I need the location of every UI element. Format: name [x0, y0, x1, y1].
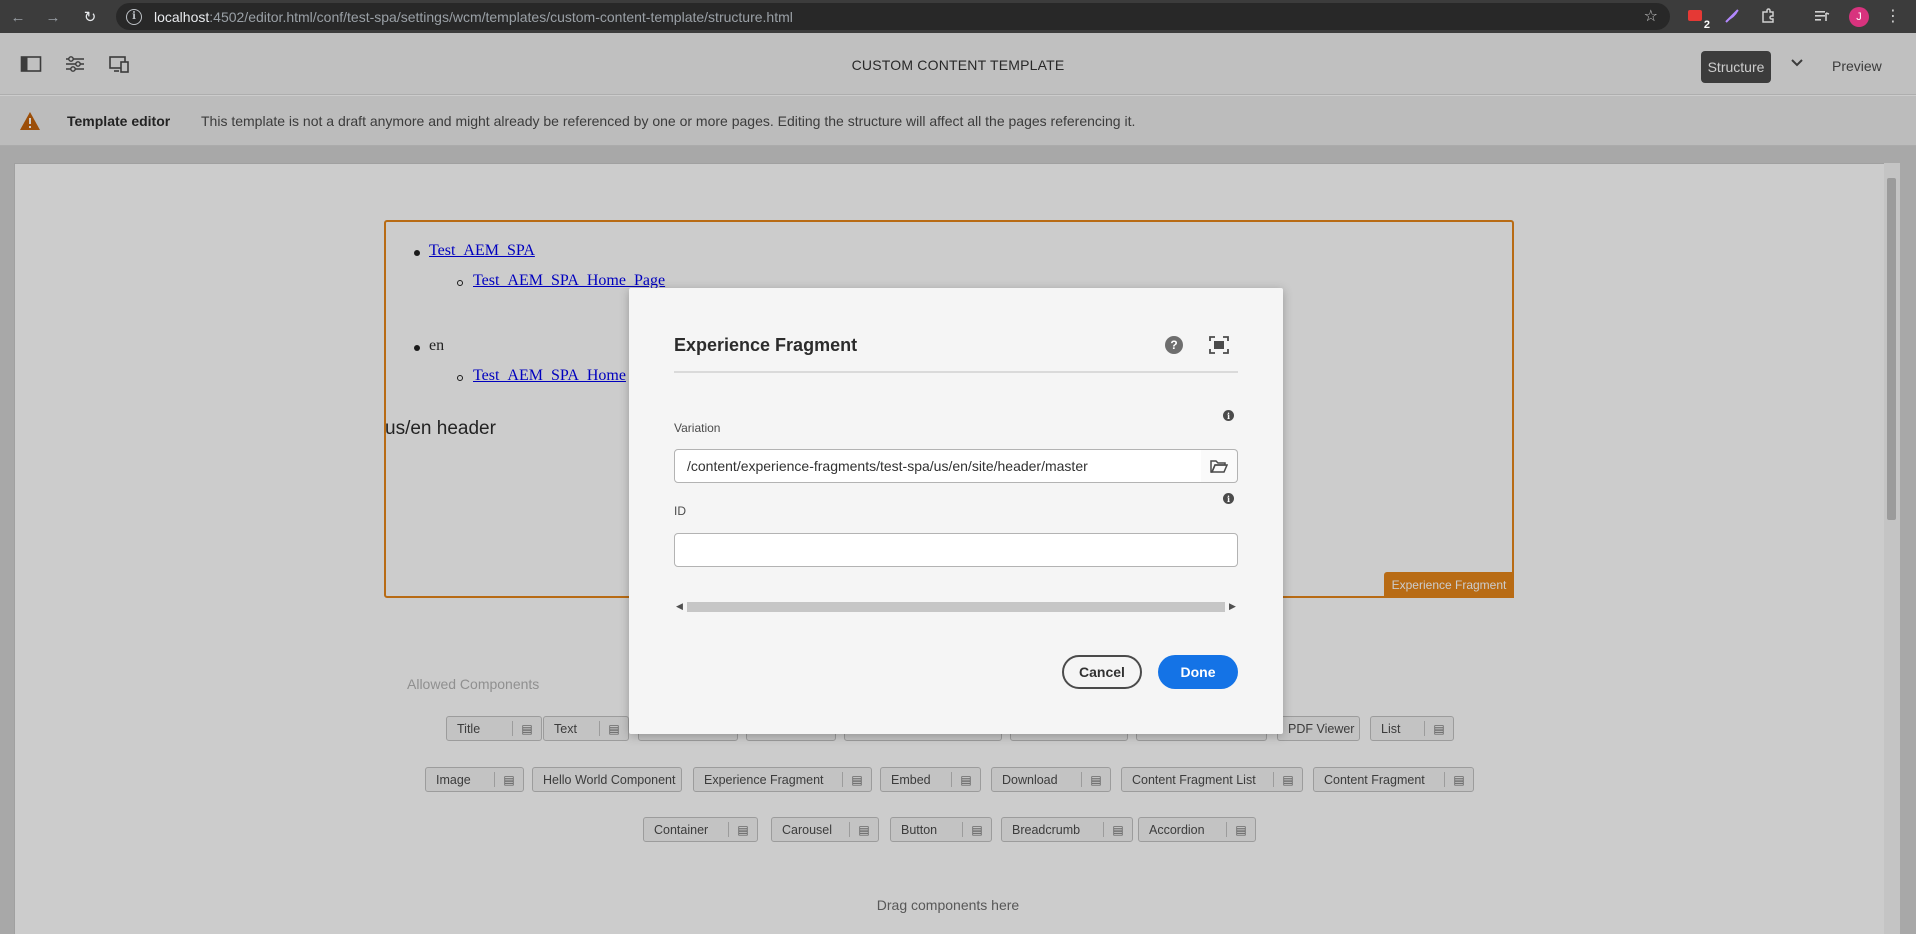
- extension-icon[interactable]: 2: [1685, 6, 1710, 31]
- browser-toolbar: ← → ↻ i localhost:4502/editor.html/conf/…: [0, 0, 1916, 33]
- url-text[interactable]: localhost:4502/editor.html/conf/test-spa…: [154, 9, 793, 25]
- forward-arrow-icon[interactable]: →: [40, 4, 66, 30]
- extensions-puzzle-icon[interactable]: [1757, 6, 1779, 26]
- info-icon[interactable]: i: [1223, 493, 1234, 504]
- bookmark-star-icon[interactable]: ☆: [1644, 6, 1658, 26]
- site-info-icon[interactable]: i: [126, 8, 142, 25]
- url-path: :4502/editor.html/conf/test-spa/settings…: [209, 8, 793, 25]
- address-bar[interactable]: i localhost:4502/editor.html/conf/test-s…: [116, 3, 1670, 30]
- browser-menu-icon[interactable]: ⋮: [1885, 6, 1901, 26]
- id-label: ID: [674, 504, 686, 518]
- info-icon[interactable]: i: [1223, 410, 1234, 421]
- folder-open-icon: [1210, 460, 1228, 473]
- variation-label: Variation: [674, 421, 721, 435]
- browse-folder-button[interactable]: [1201, 449, 1238, 483]
- scroll-left-arrow-icon[interactable]: ◀: [676, 601, 683, 612]
- url-host: localhost: [154, 8, 210, 25]
- cancel-button[interactable]: Cancel: [1062, 655, 1142, 689]
- variation-path-input[interactable]: /content/experience-fragments/test-spa/u…: [674, 449, 1202, 483]
- extension-badge: 2: [1703, 19, 1710, 31]
- experience-fragment-dialog: Experience Fragment ? i Variation /conte…: [629, 288, 1283, 734]
- back-arrow-icon[interactable]: ←: [5, 4, 31, 30]
- reload-icon[interactable]: ↻: [77, 4, 103, 30]
- horizontal-scroll-thumb[interactable]: [687, 602, 1225, 612]
- scroll-right-arrow-icon[interactable]: ▶: [1229, 601, 1236, 612]
- help-icon[interactable]: ?: [1165, 336, 1183, 354]
- dialog-divider: [674, 371, 1238, 373]
- dialog-horizontal-scrollbar[interactable]: ◀ ▶: [674, 601, 1238, 613]
- id-input[interactable]: [674, 533, 1238, 567]
- profile-avatar[interactable]: J: [1849, 7, 1869, 27]
- media-control-icon[interactable]: [1811, 6, 1833, 26]
- dialog-title: Experience Fragment: [674, 335, 858, 355]
- feather-extension-icon[interactable]: [1721, 6, 1743, 26]
- fullscreen-icon[interactable]: [1209, 336, 1229, 354]
- done-button[interactable]: Done: [1158, 655, 1238, 689]
